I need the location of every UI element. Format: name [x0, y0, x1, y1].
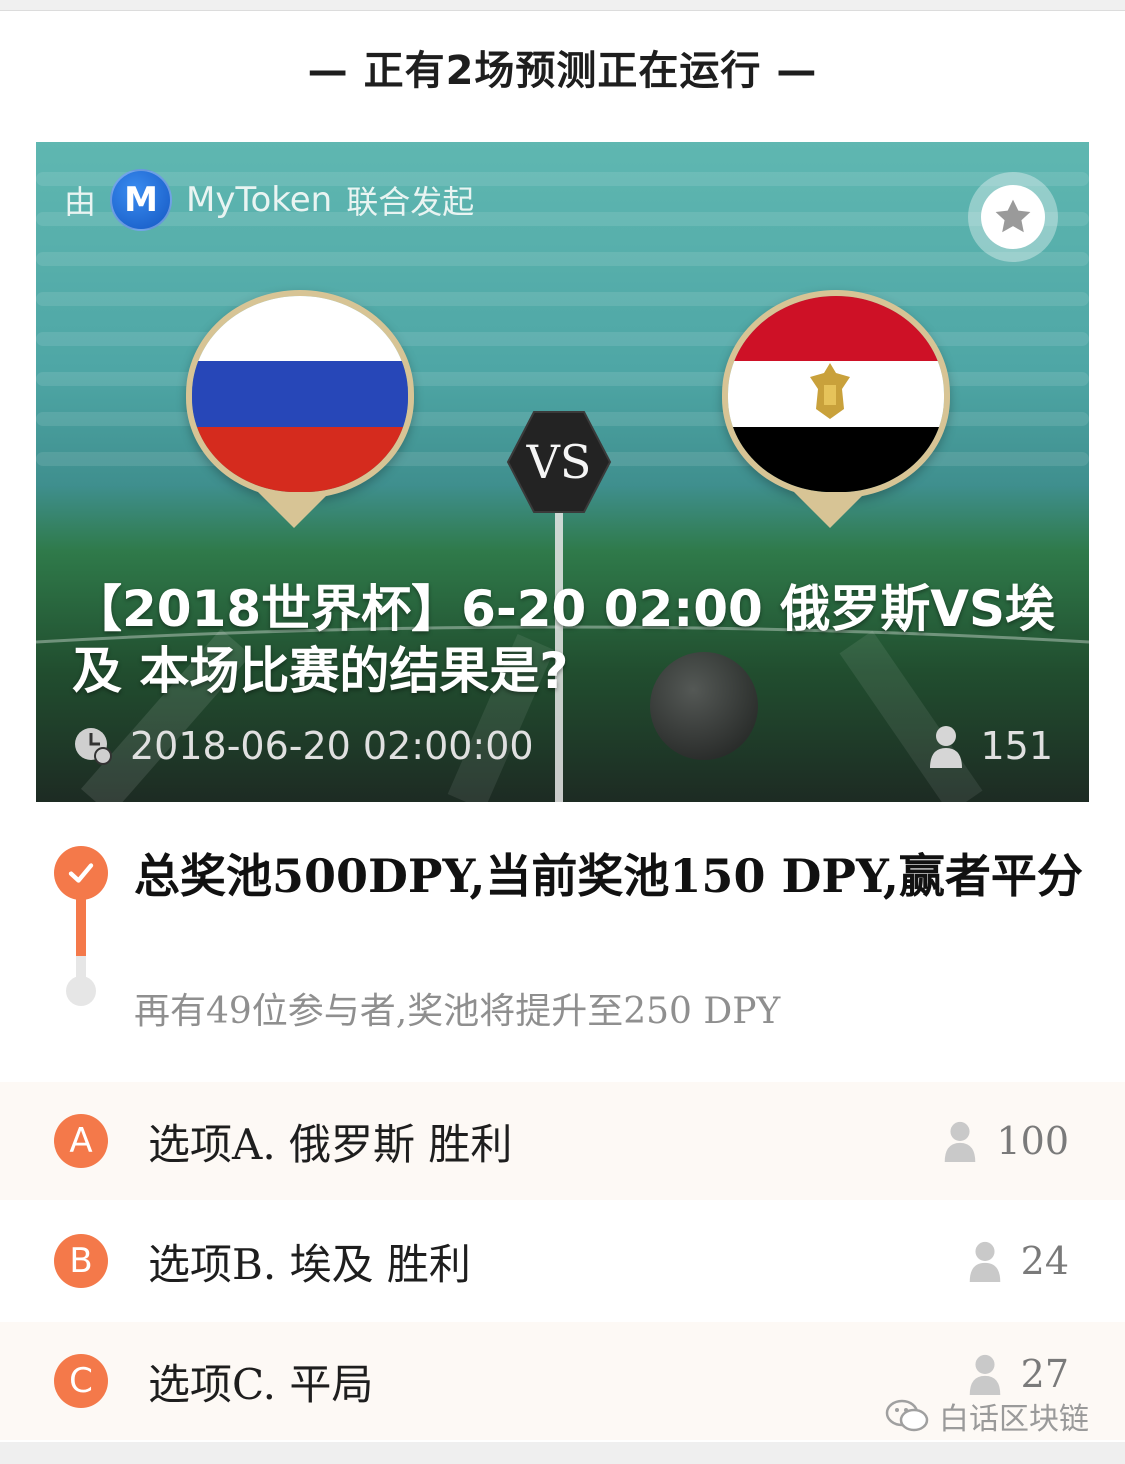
option-b-label: 选项B. 埃及 胜利: [148, 1239, 471, 1289]
eagle-icon: [810, 363, 850, 420]
sponsor-row: 由 M MyToken 联合发起: [64, 169, 475, 231]
user-icon: [969, 1241, 1000, 1282]
prize-pool-title: 总奖池500DPY,当前奖池150 DPY,赢者平分: [134, 849, 1083, 903]
sponsor-suffix: 联合发起: [346, 183, 475, 221]
user-icon: [945, 1121, 976, 1162]
sponsor-prefix: 由: [64, 183, 97, 221]
option-a-count: 100: [996, 1119, 1069, 1163]
wechat-icon: [885, 1399, 929, 1432]
favorite-button[interactable]: [968, 172, 1058, 262]
option-a-votes: 100: [942, 1119, 1069, 1163]
egypt-flag: [722, 290, 950, 498]
pool-progress-target-dot: [66, 976, 96, 1006]
option-c-badge: C: [54, 1354, 108, 1408]
vs-text: VS: [526, 435, 592, 489]
prize-pool-subtitle: 再有49位参与者,奖池将提升至250 DPY: [134, 991, 781, 1032]
match-banner[interactable]: 由 M MyToken 联合发起 VS 【2018世界杯】6-20 02:00 …: [36, 142, 1089, 802]
vs-badge: VS: [506, 411, 612, 513]
option-b-badge: B: [54, 1234, 108, 1288]
bottom-divider: [0, 1442, 1125, 1464]
option-b-votes: 24: [967, 1239, 1069, 1283]
match-title: 【2018世界杯】6-20 02:00 俄罗斯VS埃及 本场比赛的结果是?: [72, 580, 1055, 700]
match-time: 2018-06-20 02:00:00: [130, 724, 534, 768]
option-b[interactable]: B 选项B. 埃及 胜利 24: [0, 1202, 1125, 1320]
user-icon: [969, 1354, 1000, 1395]
watermark: 白话区块链: [885, 1394, 1089, 1438]
option-a-label: 选项A. 俄罗斯 胜利: [148, 1119, 513, 1169]
clock-icon: [75, 728, 112, 765]
check-icon: [68, 863, 94, 883]
participant-count: 151: [980, 724, 1053, 768]
section-title: — 正有2场预测正在运行 —: [307, 48, 818, 94]
match-time-row: 2018-06-20 02:00:00: [72, 724, 534, 768]
user-icon: [930, 726, 963, 768]
sponsor-brand: MyToken: [186, 180, 333, 220]
participant-count-row: 151: [928, 724, 1053, 768]
option-b-count: 24: [1020, 1239, 1069, 1283]
pool-progress-check: [54, 846, 108, 900]
mytoken-logo-icon: M: [110, 169, 173, 231]
option-c-label: 选项C. 平局: [148, 1359, 374, 1409]
option-c-votes: 27: [967, 1352, 1069, 1396]
star-icon: [995, 199, 1031, 233]
egypt-flag-pin: [794, 492, 866, 528]
russia-flag-pin: [258, 492, 330, 528]
top-divider: [0, 0, 1125, 11]
watermark-text: 白话区块链: [939, 1402, 1089, 1437]
option-a[interactable]: A 选项A. 俄罗斯 胜利 100: [0, 1082, 1125, 1200]
option-a-badge: A: [54, 1114, 108, 1168]
pool-progress-filled: [76, 898, 86, 956]
russia-flag: [186, 290, 414, 498]
option-c-count: 27: [1020, 1352, 1069, 1396]
